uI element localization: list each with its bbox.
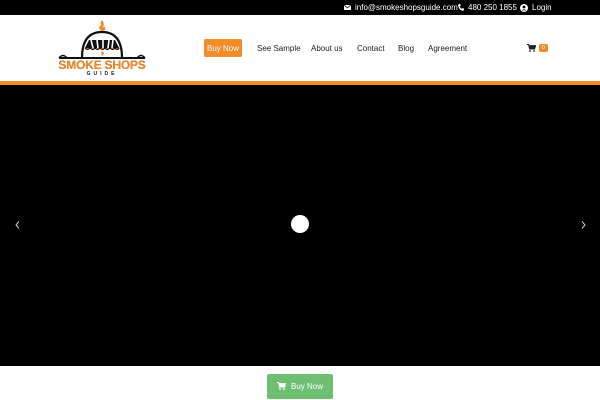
hero-video-slider[interactable]: [0, 85, 600, 366]
logo-title: SMOKE SHOPS: [58, 58, 146, 72]
envelope-icon: [344, 5, 351, 10]
chevron-right-icon[interactable]: [578, 219, 588, 231]
cart-icon: [276, 381, 287, 392]
nav-agreement[interactable]: Agreement: [428, 39, 467, 57]
cart-icon: [527, 39, 537, 57]
nav-see-sample[interactable]: See Sample: [257, 39, 301, 57]
phone-link[interactable]: 480 250 1855: [458, 0, 517, 15]
nav-blog[interactable]: Blog: [398, 39, 414, 57]
buy-now-button[interactable]: Buy Now: [267, 374, 333, 399]
user-circle-icon: [520, 3, 528, 12]
phone-icon: [458, 4, 464, 11]
bottom-cta-area: Buy Now: [0, 366, 600, 400]
nav-contact[interactable]: Contact: [357, 39, 385, 57]
nav-buy-now-button[interactable]: Buy Now: [204, 39, 242, 57]
cart-count-badge: 0: [539, 44, 548, 52]
top-bar: info@smokeshopsguide.com 480 250 1855 Lo…: [0, 0, 600, 15]
logo-subtitle: GUIDE: [86, 71, 118, 77]
buy-now-label: Buy Now: [290, 382, 323, 391]
storefront-logo-mark: [58, 20, 146, 59]
phone-text: 480 250 1855: [468, 3, 517, 12]
login-link[interactable]: Login: [520, 0, 552, 15]
cart-button[interactable]: 0: [527, 42, 548, 54]
play-icon[interactable]: [291, 215, 309, 233]
email-link[interactable]: info@smokeshopsguide.com: [344, 0, 458, 15]
login-text: Login: [532, 3, 552, 12]
site-logo[interactable]: SMOKE SHOPS GUIDE: [57, 18, 147, 80]
nav-about-us[interactable]: About us: [311, 39, 343, 57]
chevron-left-icon[interactable]: [12, 219, 22, 231]
email-text: info@smokeshopsguide.com: [355, 3, 458, 12]
